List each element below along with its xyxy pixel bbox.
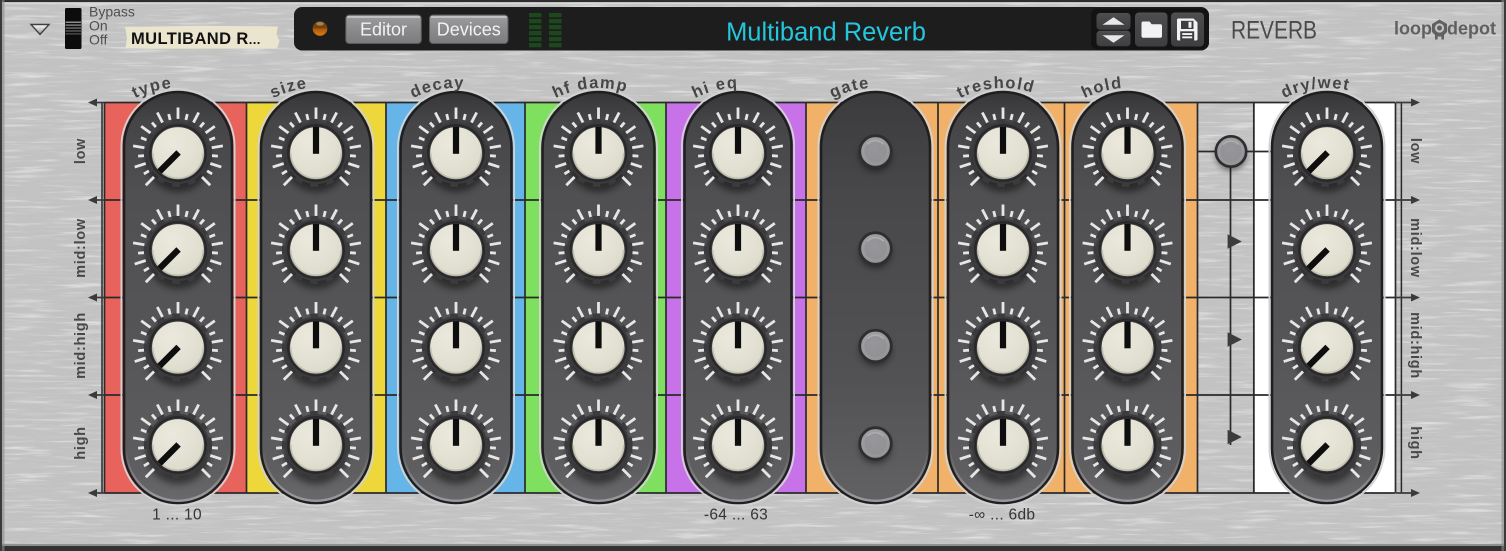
svg-text:REVERB: REVERB — [1231, 17, 1317, 45]
svg-text:depot: depot — [1447, 19, 1496, 39]
svg-text:mid:high: mid:high — [73, 312, 89, 379]
svg-text:loop: loop — [1394, 19, 1432, 39]
svg-text:mid:high: mid:high — [1407, 312, 1423, 379]
svg-text:Multiband Reverb: Multiband Reverb — [726, 19, 926, 47]
svg-text:high: high — [1407, 426, 1423, 459]
svg-text:Devices: Devices — [437, 20, 501, 40]
svg-text:Off: Off — [89, 32, 108, 48]
svg-text:-∞ ... 6db: -∞ ... 6db — [969, 507, 1036, 524]
svg-text:mid:low: mid:low — [73, 218, 89, 278]
svg-text:mid:low: mid:low — [1407, 218, 1423, 278]
svg-text:low: low — [73, 138, 89, 164]
svg-text:Editor: Editor — [360, 20, 407, 40]
svg-text:low: low — [1407, 138, 1423, 164]
svg-text:high: high — [73, 426, 89, 459]
svg-text:-64 ... 63: -64 ... 63 — [704, 507, 768, 524]
svg-text:MULTIBAND R...: MULTIBAND R... — [131, 30, 261, 48]
svg-text:1 ... 10: 1 ... 10 — [152, 507, 202, 524]
